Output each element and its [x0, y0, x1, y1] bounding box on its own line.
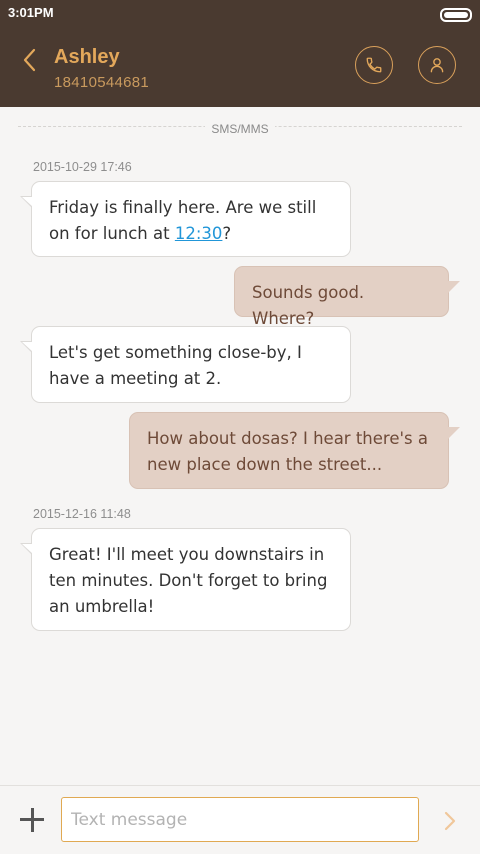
message-text: How about dosas? I hear there's a new pl… [147, 429, 428, 474]
back-arrow-icon[interactable] [20, 46, 42, 74]
message-bubble-outgoing[interactable]: Sounds good. Where? [234, 266, 460, 328]
message-input[interactable] [61, 797, 419, 842]
message-text: Great! I'll meet you downstairs in ten m… [49, 545, 328, 616]
time-link[interactable]: 12:30 [175, 224, 223, 243]
contact-profile-button[interactable] [418, 46, 456, 84]
conversation-header: Ashley 18410544681 [0, 26, 480, 107]
status-time: 3:01PM [8, 5, 54, 20]
message-timestamp: 2015-10-29 17:46 [33, 160, 132, 174]
person-icon [430, 58, 444, 73]
call-button[interactable] [355, 46, 393, 84]
message-bubble-incoming[interactable]: Let's get something close-by, I have a m… [20, 326, 351, 403]
status-bar: 3:01PM [0, 0, 480, 26]
message-text: ? [222, 224, 232, 243]
message-text: Let's get something close-by, I have a m… [49, 343, 302, 388]
message-timestamp: 2015-12-16 11:48 [33, 507, 131, 521]
contact-number: 18410544681 [54, 74, 150, 91]
message-type-label: SMS/MMS [0, 118, 480, 137]
battery-icon [440, 8, 472, 22]
plus-icon[interactable] [20, 808, 44, 832]
message-text: Sounds good. Where? [252, 283, 365, 328]
message-bubble-outgoing[interactable]: How about dosas? I hear there's a new pl… [129, 412, 460, 489]
message-composer [0, 785, 480, 854]
message-bubble-incoming[interactable]: Great! I'll meet you downstairs in ten m… [20, 528, 351, 631]
message-bubble-incoming[interactable]: Friday is finally here. Are we still on … [20, 181, 351, 257]
phone-icon [366, 57, 382, 73]
send-arrow-icon[interactable] [440, 809, 460, 833]
contact-name: Ashley [54, 46, 120, 68]
